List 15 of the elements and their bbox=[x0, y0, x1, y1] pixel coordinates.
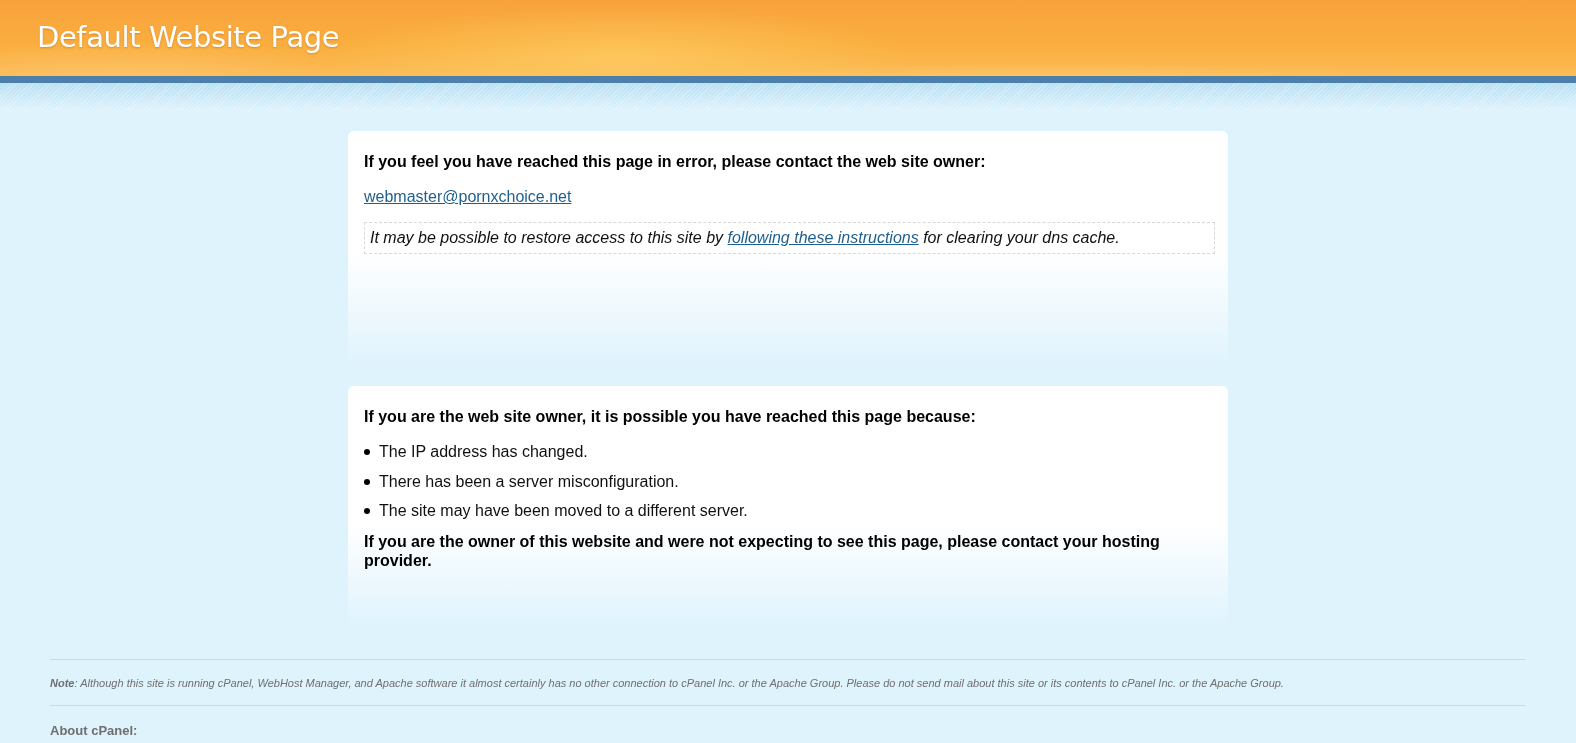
card-heading: If you are the web site owner, it is possible you have reached this page because: bbox=[364, 407, 977, 427]
card-heading: If you feel you have reached this page in error, please contact the web site owner: bbox=[364, 152, 987, 172]
instructions-link[interactable]: following these instructions bbox=[727, 229, 919, 246]
reason-text: There has been a server misconfiguration. bbox=[379, 471, 679, 492]
email-link[interactable]: webmaster@pornxchoice.net bbox=[364, 188, 572, 205]
reason-text: The IP address has changed. bbox=[379, 442, 588, 462]
disclaimer-note: Note: Although this site is running cPanel, WebHost Manager, and Apache software it almost certainly has no other connection to cPanel Inc. or the Apache Group. Please do not send mail about this site or its contents to cPanel Inc. or the Apache Group. bbox=[50, 676, 1285, 691]
bullet-icon bbox=[364, 478, 370, 485]
about-heading: About cPanel: bbox=[50, 723, 139, 739]
page-title: Default Website Page bbox=[37, 19, 340, 54]
dns-cache-notice: It may be possible to restore access to this site by following these instructions for clearing your dns cache. bbox=[364, 222, 1215, 254]
closing-text: If you are the owner of this website and were not expecting to see this page, please contact your hosting provider. bbox=[364, 532, 1161, 570]
bullet-icon bbox=[364, 449, 370, 455]
bullet-icon bbox=[364, 508, 370, 514]
reason-text: The site may have been moved to a different server. bbox=[379, 501, 748, 521]
